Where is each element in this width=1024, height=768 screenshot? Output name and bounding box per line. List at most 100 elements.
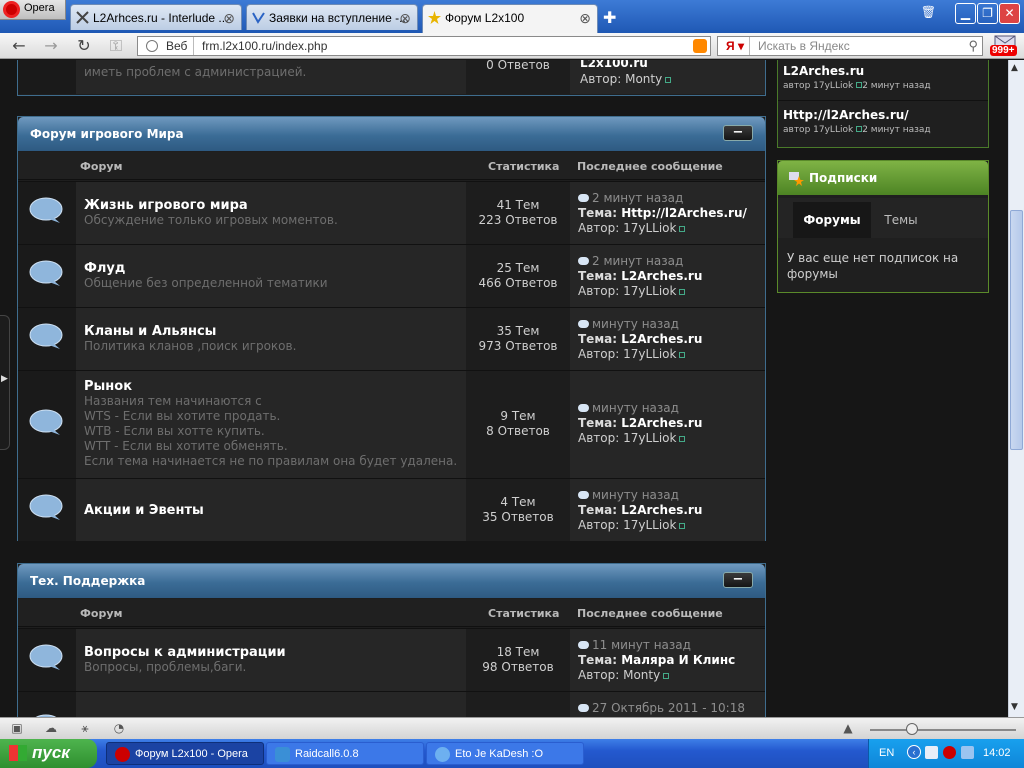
side-panel-toggle[interactable]: ▶: [0, 315, 10, 450]
swords-icon: [76, 11, 89, 24]
search-icon[interactable]: ⚲: [968, 38, 978, 54]
zoom-slider-knob[interactable]: [906, 723, 918, 735]
forum-info: иметь проблем с администрацией.: [76, 60, 466, 94]
author-link[interactable]: 17yLLiok: [623, 431, 676, 445]
last-topic-link[interactable]: L2Arches.ru: [621, 332, 702, 346]
author-link[interactable]: 17yLLiok: [623, 347, 676, 361]
search-placeholder[interactable]: Искать в Яндекс: [758, 39, 850, 53]
forum-title-link[interactable]: Рынок: [84, 379, 132, 394]
forum-title-link[interactable]: Вопросы к администрации: [84, 645, 286, 660]
author-link[interactable]: 17yLLiok: [623, 221, 676, 235]
forum-stats: 18 Тем 98 Ответов: [466, 629, 570, 691]
zoom-up-icon[interactable]: ▲: [840, 721, 856, 737]
minimize-icon[interactable]: ▁: [955, 3, 976, 24]
task-chat[interactable]: Eto Je KaDesh :O: [426, 742, 584, 765]
forum-title-link[interactable]: Флуд: [84, 261, 125, 276]
task-opera[interactable]: Форум L2x100 - Opera: [106, 742, 264, 765]
speed-dial-icon[interactable]: ◔: [111, 721, 127, 737]
last-post: 11 минут назад Тема: Маляра И Клинс Авто…: [570, 629, 765, 691]
reload-icon[interactable]: ↻: [74, 36, 94, 56]
tab-l2arhces[interactable]: L2Arhces.ru - Interlude ... ⊗: [70, 4, 242, 30]
system-tray: EN ‹ 14:02: [868, 739, 1024, 768]
share-icon[interactable]: ⚹: [77, 721, 93, 737]
author-link[interactable]: 17yLLiok: [623, 284, 676, 298]
last-topic-link[interactable]: Маляра И Клинс: [621, 653, 735, 667]
close-icon[interactable]: ⊗: [223, 10, 235, 27]
author-link[interactable]: 17yLLiok: [813, 125, 853, 135]
last-post: L2x100.ru Автор: Monty: [570, 60, 765, 94]
author-link[interactable]: 17yLLiok: [623, 518, 676, 532]
forum-row: Флуд Общение без определенной тематики 2…: [18, 244, 765, 307]
forum-stats: 0 Ответов: [466, 60, 570, 94]
vertical-scrollbar[interactable]: ▲ ▼: [1008, 60, 1024, 717]
section-header: Форум игрового Мира −: [18, 117, 765, 151]
close-icon[interactable]: ⊗: [579, 10, 591, 27]
tray-network-icon[interactable]: [961, 746, 974, 759]
start-button[interactable]: пуск: [0, 739, 97, 768]
section-title[interactable]: Тех. Поддержка: [30, 574, 145, 588]
bubble-icon: [578, 320, 589, 328]
collapse-icon[interactable]: −: [723, 572, 753, 588]
collapse-icon[interactable]: −: [723, 125, 753, 141]
last-topic-link[interactable]: L2Arches.ru: [621, 269, 702, 283]
new-tab-icon[interactable]: ✚: [603, 8, 616, 27]
recent-topic-link[interactable]: L2Arches.ru: [783, 64, 931, 78]
scroll-thumb[interactable]: [1010, 210, 1023, 450]
opera-icon: [115, 747, 130, 762]
tab-zayavki[interactable]: Заявки на вступление -... ⊗: [246, 4, 418, 30]
author-link[interactable]: 17yLLiok: [813, 81, 853, 91]
last-post: 27 Октябрь 2011 - 10:18: [570, 692, 765, 717]
forward-icon[interactable]: →: [41, 36, 61, 56]
clock[interactable]: 14:02: [983, 747, 1011, 759]
task-raidcall[interactable]: Raidcall6.0.8: [266, 742, 424, 765]
key-icon[interactable]: ⚿: [106, 36, 126, 56]
mail-widget[interactable]: 999+: [988, 33, 1022, 57]
tray-raidcall-icon[interactable]: [925, 746, 938, 759]
author-link[interactable]: Monty: [625, 72, 662, 86]
speech-bubble-icon: [29, 644, 63, 670]
trash-icon[interactable]: 🗑: [918, 3, 939, 24]
yandex-logo-icon[interactable]: Я ▾: [720, 37, 750, 55]
zoom-slider[interactable]: [870, 729, 1016, 731]
external-link-icon: [679, 289, 686, 295]
last-topic-link[interactable]: L2x100.ru: [580, 60, 648, 70]
close-window-icon[interactable]: ✕: [999, 3, 1020, 24]
forum-title-link[interactable]: Жизнь игрового мира: [84, 198, 248, 213]
speech-bubble-icon: [29, 409, 63, 435]
opera-menu-button[interactable]: Opera: [0, 0, 66, 20]
web-badge[interactable]: Веб: [140, 37, 194, 55]
speech-bubble-icon: [29, 494, 63, 520]
close-icon[interactable]: ⊗: [399, 10, 411, 27]
forum-row: 27 Октябрь 2011 - 10:18: [18, 691, 765, 717]
forum-title-link[interactable]: Акции и Эвенты: [84, 503, 204, 518]
forum-row: Жизнь игрового мира Обсуждение только иг…: [18, 181, 765, 244]
bubble-icon: [578, 491, 589, 499]
section-title[interactable]: Форум игрового Мира: [30, 127, 184, 141]
rss-icon[interactable]: [693, 39, 707, 53]
restore-icon[interactable]: ❐: [977, 3, 998, 24]
last-topic-link[interactable]: L2Arches.ru: [621, 416, 702, 430]
raidcall-icon: [275, 747, 290, 762]
forum-title-link[interactable]: Кланы и Альянсы: [84, 324, 216, 339]
url-text[interactable]: frm.l2x100.ru/index.php: [202, 39, 327, 53]
tray-opera-icon[interactable]: [943, 746, 956, 759]
speech-bubble-icon: [29, 197, 63, 223]
recent-topic-link[interactable]: Http://l2Arches.ru/: [783, 108, 931, 122]
last-topic-link[interactable]: Http://l2Arches.ru/: [621, 206, 747, 220]
external-link-icon: [663, 673, 670, 679]
cloud-icon[interactable]: ☁: [43, 721, 59, 737]
address-field[interactable]: Веб frm.l2x100.ru/index.php: [137, 36, 711, 56]
tray-expand-icon[interactable]: ‹: [907, 745, 921, 759]
back-icon[interactable]: ←: [9, 36, 29, 56]
scroll-up-icon[interactable]: ▲: [1011, 63, 1018, 73]
language-indicator[interactable]: EN: [879, 747, 894, 759]
panel-toggle-icon[interactable]: ▣: [9, 721, 25, 737]
scroll-down-icon[interactable]: ▼: [1011, 702, 1018, 712]
yandex-search-field[interactable]: Я ▾ Искать в Яндекс ⚲: [717, 36, 983, 56]
tab-topics[interactable]: Темы: [871, 202, 931, 238]
section-tech-support: Тех. Поддержка − Форум Статистика Послед…: [17, 563, 766, 717]
tab-forums[interactable]: Форумы: [793, 202, 871, 238]
last-topic-link[interactable]: L2Arches.ru: [621, 503, 702, 517]
author-link[interactable]: Monty: [623, 668, 660, 682]
tab-forum-l2x100[interactable]: Форум L2x100 ⊗: [422, 4, 598, 33]
